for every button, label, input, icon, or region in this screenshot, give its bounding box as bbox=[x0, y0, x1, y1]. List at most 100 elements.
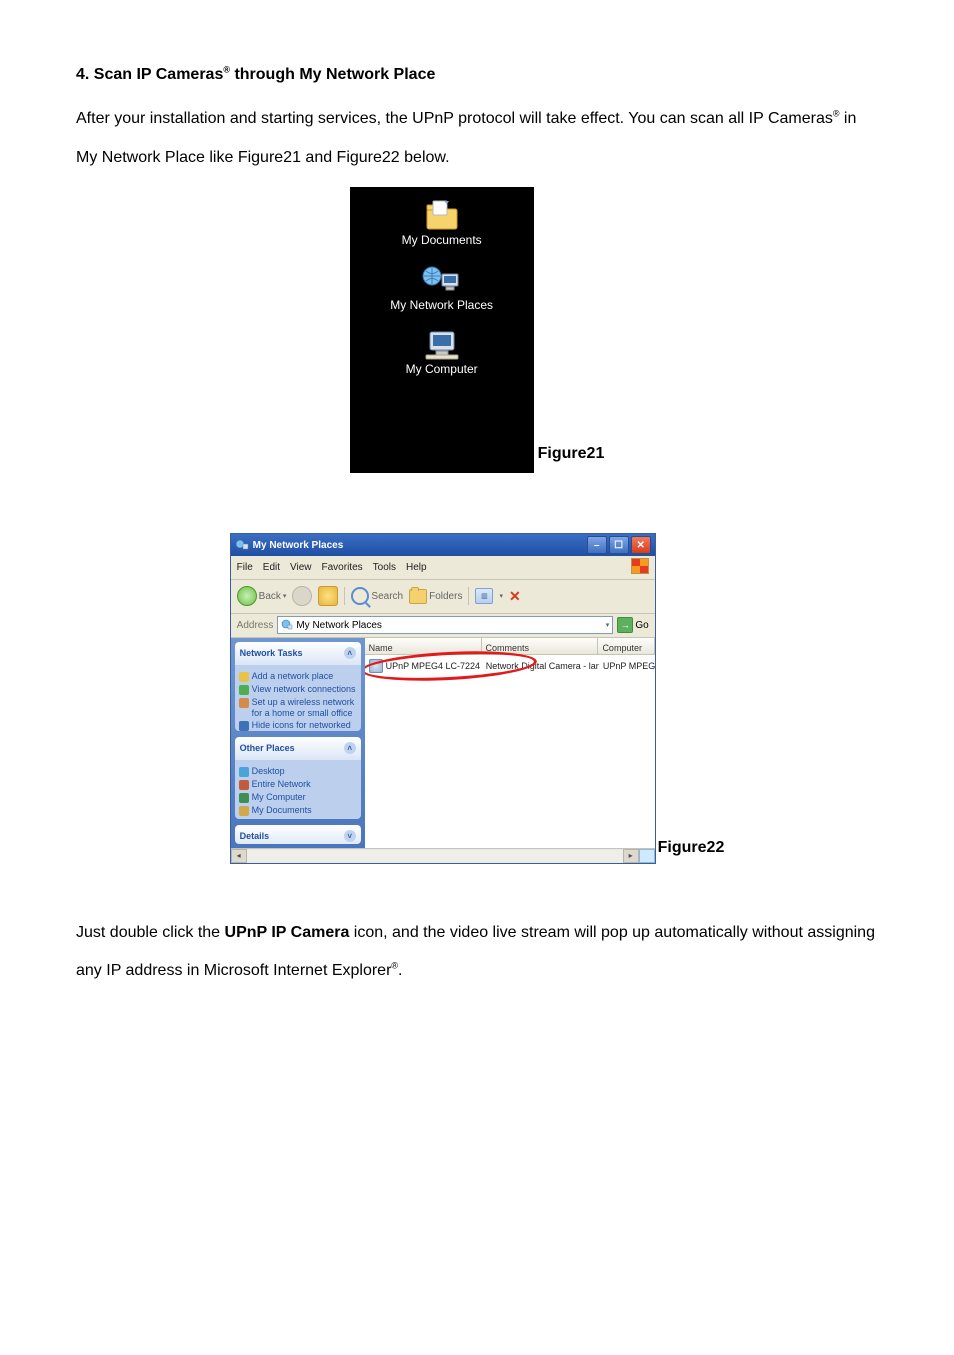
intro-part1: After your installation and starting ser… bbox=[76, 110, 833, 127]
network-task-link[interactable]: Hide icons for networked UPnP devices bbox=[239, 720, 357, 730]
other-places-header[interactable]: Other Places ˄ bbox=[235, 737, 361, 760]
other-place-link[interactable]: Entire Network bbox=[239, 779, 357, 790]
explorer-window: My Network Places – ☐ ✕ File Edit View F… bbox=[230, 533, 656, 864]
chevron-down-icon: ˅ bbox=[344, 830, 356, 842]
icon-label: My Network Places bbox=[390, 298, 493, 312]
network-task-link[interactable]: Set up a wireless network for a home or … bbox=[239, 697, 357, 719]
window-title: My Network Places bbox=[253, 536, 344, 555]
scroll-left-button[interactable]: ◂ bbox=[231, 849, 247, 863]
close-button[interactable]: ✕ bbox=[631, 536, 651, 554]
back-button[interactable]: Back ▾ bbox=[237, 586, 287, 606]
forward-button[interactable] bbox=[292, 586, 312, 606]
place-label: Desktop bbox=[252, 766, 285, 777]
task-label: View network connections bbox=[252, 684, 356, 695]
menubar: File Edit View Favorites Tools Help bbox=[231, 556, 655, 580]
chevron-down-icon: ▾ bbox=[283, 590, 287, 603]
titlebar: My Network Places – ☐ ✕ bbox=[231, 534, 655, 556]
chevron-up-icon: ˄ bbox=[344, 742, 356, 754]
panel-title: Other Places bbox=[240, 740, 295, 757]
task-icon bbox=[239, 672, 249, 682]
heading-prefix: 4. Scan IP Cameras bbox=[76, 66, 223, 83]
horizontal-scrollbar[interactable]: ◂ ▸ bbox=[231, 848, 655, 863]
other-place-link[interactable]: My Documents bbox=[239, 805, 357, 816]
registered-mark-icon: ® bbox=[223, 65, 230, 75]
panel-title: Network Tasks bbox=[240, 645, 303, 662]
place-label: Entire Network bbox=[252, 779, 311, 790]
my-network-places-icon: My Network Places bbox=[350, 264, 534, 312]
delete-button[interactable]: ✕ bbox=[509, 583, 521, 610]
item-computer: UPnP MPEG bbox=[599, 655, 655, 678]
network-task-link[interactable]: View network connections bbox=[239, 684, 357, 695]
chevron-down-icon[interactable]: ▾ bbox=[606, 619, 610, 632]
back-label: Back bbox=[259, 587, 281, 606]
place-label: My Computer bbox=[252, 792, 306, 803]
place-icon bbox=[239, 780, 249, 790]
task-label: Add a network place bbox=[252, 671, 334, 682]
folders-icon bbox=[409, 589, 427, 604]
search-label: Search bbox=[371, 587, 403, 606]
minimize-button[interactable]: – bbox=[587, 536, 607, 554]
network-task-link[interactable]: Add a network place bbox=[239, 671, 357, 682]
scroll-track[interactable] bbox=[247, 850, 623, 862]
list-area: Name Comments Computer UPnP MPEG4 LC-722… bbox=[365, 638, 655, 848]
task-label: Hide icons for networked UPnP devices bbox=[252, 720, 357, 730]
separator bbox=[468, 587, 469, 605]
icon-label: My Computer bbox=[406, 362, 478, 376]
figure21-caption: Figure21 bbox=[538, 439, 605, 473]
figure22-caption: Figure22 bbox=[658, 833, 725, 863]
figure21-image: My Documents My Network Places bbox=[350, 187, 534, 473]
menu-favorites[interactable]: Favorites bbox=[322, 558, 363, 577]
menu-view[interactable]: View bbox=[290, 558, 312, 577]
resize-grip-icon[interactable] bbox=[639, 849, 655, 863]
menu-help[interactable]: Help bbox=[406, 558, 427, 577]
address-label: Address bbox=[237, 616, 274, 635]
window-body: Network Tasks ˄ Add a network place View … bbox=[231, 638, 655, 848]
back-arrow-icon bbox=[237, 586, 257, 606]
intro-paragraph: After your installation and starting ser… bbox=[76, 100, 878, 177]
toolbar: Back ▾ Search Folders ▥ ▾ ✕ bbox=[231, 580, 655, 614]
scroll-right-button[interactable]: ▸ bbox=[623, 849, 639, 863]
menu-tools[interactable]: Tools bbox=[373, 558, 396, 577]
place-icon bbox=[239, 793, 249, 803]
network-places-icon bbox=[235, 538, 249, 552]
tasks-sidebar: Network Tasks ˄ Add a network place View … bbox=[231, 638, 365, 848]
place-icon bbox=[239, 767, 249, 777]
address-input[interactable]: My Network Places ▾ bbox=[277, 616, 613, 634]
menu-edit[interactable]: Edit bbox=[263, 558, 280, 577]
network-places-icon bbox=[281, 619, 293, 631]
details-header[interactable]: Details ˅ bbox=[235, 825, 361, 844]
place-icon bbox=[239, 806, 249, 816]
go-label: Go bbox=[635, 616, 648, 635]
final-part1: Just double click the bbox=[76, 924, 225, 941]
my-documents-icon: My Documents bbox=[350, 199, 534, 247]
views-button[interactable]: ▥ bbox=[475, 588, 493, 604]
place-label: My Documents bbox=[252, 805, 312, 816]
network-tasks-header[interactable]: Network Tasks ˄ bbox=[235, 642, 361, 665]
heading-suffix: through My Network Place bbox=[230, 66, 435, 83]
icon-label: My Documents bbox=[402, 233, 482, 247]
other-place-link[interactable]: My Computer bbox=[239, 792, 357, 803]
search-icon bbox=[351, 587, 369, 605]
final-part3: . bbox=[398, 962, 402, 979]
other-place-link[interactable]: Desktop bbox=[239, 766, 357, 777]
windows-flag-icon bbox=[631, 558, 649, 574]
panel-title: Details bbox=[240, 828, 270, 844]
task-icon bbox=[239, 721, 249, 730]
final-bold: UPnP IP Camera bbox=[225, 924, 350, 941]
go-button[interactable]: → Go bbox=[617, 616, 648, 635]
other-place-link[interactable]: Printers and Faxes bbox=[239, 818, 357, 819]
go-arrow-icon: → bbox=[617, 617, 633, 633]
up-button[interactable] bbox=[318, 586, 338, 606]
place-label: Printers and Faxes bbox=[252, 818, 328, 819]
menu-file[interactable]: File bbox=[237, 558, 253, 577]
chevron-down-icon: ▾ bbox=[499, 590, 503, 603]
section-heading: 4. Scan IP Cameras® through My Network P… bbox=[76, 60, 878, 90]
maximize-button[interactable]: ☐ bbox=[609, 536, 629, 554]
folders-button[interactable]: Folders bbox=[409, 587, 462, 606]
search-button[interactable]: Search bbox=[351, 587, 403, 606]
task-icon bbox=[239, 685, 249, 695]
separator bbox=[344, 587, 345, 605]
col-computer[interactable]: Computer bbox=[598, 638, 654, 654]
address-value: My Network Places bbox=[296, 616, 382, 635]
folders-label: Folders bbox=[429, 587, 462, 606]
